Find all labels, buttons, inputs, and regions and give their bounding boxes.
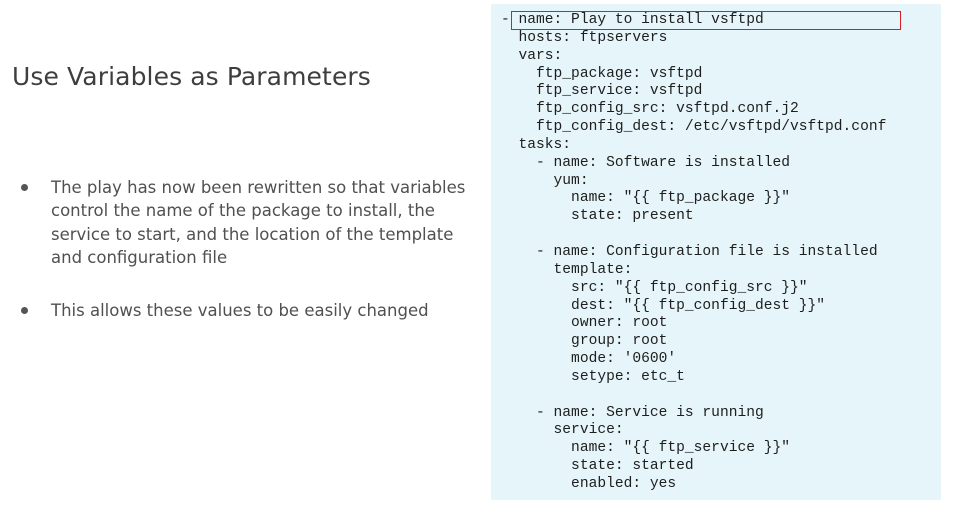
- code-line: mode: '0600': [501, 351, 677, 368]
- bullet-dot-icon: [21, 184, 28, 191]
- code-line: enabled: yes: [501, 475, 677, 492]
- code-line: hosts: ftpservers: [501, 29, 668, 46]
- bullet-text: This allows these values to be easily ch…: [51, 301, 429, 321]
- slide-title: Use Variables as Parameters: [12, 62, 371, 91]
- code-line: setype: etc_t: [501, 368, 685, 385]
- code-line: dest: "{{ ftp_config_dest }}": [501, 297, 826, 314]
- code-line: yum:: [501, 172, 589, 189]
- code-line: ftp_config_dest: /etc/vsftpd/vsftpd.conf: [501, 119, 887, 136]
- code-line: ftp_package: vsftpd: [501, 65, 703, 82]
- code-line: service:: [501, 422, 624, 439]
- code-line: state: present: [501, 208, 694, 225]
- bullet-list: The play has now been rewritten so that …: [18, 176, 468, 322]
- code-line: vars:: [501, 47, 563, 64]
- code-line: - name: Service is running: [501, 404, 764, 421]
- code-line: ftp_service: vsftpd: [501, 83, 703, 100]
- bullet-item: The play has now been rewritten so that …: [18, 176, 468, 269]
- code-line: name: "{{ ftp_service }}": [501, 440, 791, 457]
- code-line: - name: Software is installed: [501, 154, 791, 171]
- code-line: ftp_config_src: vsftpd.conf.j2: [501, 101, 799, 118]
- highlight-box: [511, 11, 901, 30]
- bullet-text: The play has now been rewritten so that …: [51, 178, 466, 267]
- code-panel: - name: Play to install vsftpd hosts: ft…: [491, 4, 941, 500]
- code-line: owner: root: [501, 315, 668, 332]
- code-block: - name: Play to install vsftpd hosts: ft…: [501, 12, 886, 494]
- code-line: state: started: [501, 458, 694, 475]
- bullet-item: This allows these values to be easily ch…: [18, 299, 468, 322]
- code-line: name: "{{ ftp_package }}": [501, 190, 791, 207]
- code-line: - name: Configuration file is installed: [501, 243, 878, 260]
- code-line: template:: [501, 261, 633, 278]
- code-line: tasks:: [501, 136, 572, 153]
- code-line: src: "{{ ftp_config_src }}": [501, 279, 808, 296]
- bullet-dot-icon: [21, 307, 28, 315]
- code-line: group: root: [501, 333, 668, 350]
